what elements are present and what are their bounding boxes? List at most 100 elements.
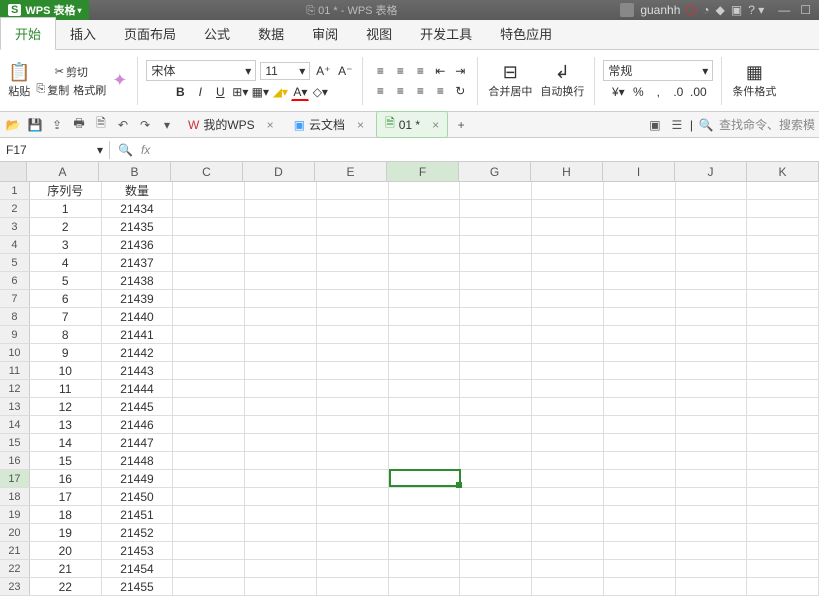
cell-G23[interactable]: [460, 578, 532, 595]
col-header-I[interactable]: I: [603, 162, 675, 181]
cell-D6[interactable]: [245, 272, 317, 289]
cell-A12[interactable]: 11: [30, 380, 102, 397]
row-header[interactable]: 22: [0, 560, 30, 577]
cell-J11[interactable]: [676, 362, 748, 379]
cell-K17[interactable]: [747, 470, 819, 487]
cell-C22[interactable]: [173, 560, 245, 577]
cell-F3[interactable]: [389, 218, 461, 235]
col-header-A[interactable]: A: [27, 162, 99, 181]
cell-J19[interactable]: [676, 506, 748, 523]
cell-B15[interactable]: 21447: [102, 434, 174, 451]
avatar[interactable]: [620, 3, 634, 17]
menu-tab-3[interactable]: 公式: [190, 18, 244, 49]
cell-I6[interactable]: [604, 272, 676, 289]
col-header-K[interactable]: K: [747, 162, 819, 181]
cell-H6[interactable]: [532, 272, 604, 289]
cell-I12[interactable]: [604, 380, 676, 397]
fx-icon[interactable]: fx: [141, 143, 150, 157]
cell-D18[interactable]: [245, 488, 317, 505]
cell-E1[interactable]: [317, 182, 389, 199]
col-header-D[interactable]: D: [243, 162, 315, 181]
orientation-button[interactable]: ↻: [451, 82, 469, 100]
cell-A4[interactable]: 3: [30, 236, 102, 253]
cell-H21[interactable]: [532, 542, 604, 559]
cell-K15[interactable]: [747, 434, 819, 451]
indent-decrease-button[interactable]: ⇤: [431, 62, 449, 80]
cell-D22[interactable]: [245, 560, 317, 577]
row-header[interactable]: 14: [0, 416, 30, 433]
cell-G9[interactable]: [460, 326, 532, 343]
cell-I20[interactable]: [604, 524, 676, 541]
cell-C6[interactable]: [173, 272, 245, 289]
cell-C7[interactable]: [173, 290, 245, 307]
cell-F6[interactable]: [389, 272, 461, 289]
format-painter-button[interactable]: 格式刷: [73, 82, 106, 98]
cell-E9[interactable]: [317, 326, 389, 343]
cell-B23[interactable]: 21455: [102, 578, 174, 595]
wrap-text-button[interactable]: ↲ 自动换行: [538, 60, 586, 101]
cell-H10[interactable]: [532, 344, 604, 361]
cell-F14[interactable]: [389, 416, 461, 433]
fill-color-button[interactable]: ◢▾: [271, 83, 289, 101]
cell-I5[interactable]: [604, 254, 676, 271]
maximize-button[interactable]: ☐: [800, 3, 811, 17]
cell-D11[interactable]: [245, 362, 317, 379]
cell-H3[interactable]: [532, 218, 604, 235]
cell-I19[interactable]: [604, 506, 676, 523]
cell-G10[interactable]: [460, 344, 532, 361]
row-header[interactable]: 3: [0, 218, 30, 235]
cell-H23[interactable]: [532, 578, 604, 595]
tab-document[interactable]: 🗎 01 * ×: [376, 111, 448, 138]
cell-J22[interactable]: [676, 560, 748, 577]
currency-button[interactable]: ¥▾: [609, 83, 627, 101]
cell-I9[interactable]: [604, 326, 676, 343]
cell-D21[interactable]: [245, 542, 317, 559]
zoom-icon[interactable]: 🔍: [118, 143, 133, 157]
cell-J21[interactable]: [676, 542, 748, 559]
cell-E4[interactable]: [317, 236, 389, 253]
cell-G5[interactable]: [460, 254, 532, 271]
cell-I1[interactable]: [604, 182, 676, 199]
cell-F16[interactable]: [389, 452, 461, 469]
cell-B11[interactable]: 21443: [102, 362, 174, 379]
cell-C19[interactable]: [173, 506, 245, 523]
settings-icon[interactable]: ▣: [731, 3, 742, 17]
cell-F21[interactable]: [389, 542, 461, 559]
cell-C18[interactable]: [173, 488, 245, 505]
user-name[interactable]: guanhh: [640, 3, 680, 17]
underline-button[interactable]: U: [211, 83, 229, 101]
cell-G13[interactable]: [460, 398, 532, 415]
select-all-corner[interactable]: [0, 162, 27, 181]
cell-D15[interactable]: [245, 434, 317, 451]
cell-C9[interactable]: [173, 326, 245, 343]
cell-A19[interactable]: 18: [30, 506, 102, 523]
cell-D4[interactable]: [245, 236, 317, 253]
percent-button[interactable]: %: [629, 83, 647, 101]
cell-B19[interactable]: 21451: [102, 506, 174, 523]
align-bottom-button[interactable]: ≡: [411, 62, 429, 80]
row-header[interactable]: 21: [0, 542, 30, 559]
tab-my-wps[interactable]: W 我的WPS ×: [180, 114, 282, 135]
cell-I23[interactable]: [604, 578, 676, 595]
cell-D2[interactable]: [245, 200, 317, 217]
cell-J13[interactable]: [676, 398, 748, 415]
cell-H19[interactable]: [532, 506, 604, 523]
help-icon[interactable]: ? ▾: [748, 3, 764, 17]
decrease-decimal-button[interactable]: .00: [689, 83, 707, 101]
cell-F2[interactable]: [389, 200, 461, 217]
menu-tab-4[interactable]: 数据: [244, 18, 298, 49]
cell-I11[interactable]: [604, 362, 676, 379]
cell-C2[interactable]: [173, 200, 245, 217]
cell-D13[interactable]: [245, 398, 317, 415]
cell-I21[interactable]: [604, 542, 676, 559]
row-header[interactable]: 7: [0, 290, 30, 307]
print-preview-icon[interactable]: 🗎: [92, 116, 110, 134]
cell-A3[interactable]: 2: [30, 218, 102, 235]
cell-E22[interactable]: [317, 560, 389, 577]
cell-E17[interactable]: [317, 470, 389, 487]
row-header[interactable]: 10: [0, 344, 30, 361]
cell-B6[interactable]: 21438: [102, 272, 174, 289]
cell-H1[interactable]: [532, 182, 604, 199]
cell-K10[interactable]: [747, 344, 819, 361]
col-header-J[interactable]: J: [675, 162, 747, 181]
